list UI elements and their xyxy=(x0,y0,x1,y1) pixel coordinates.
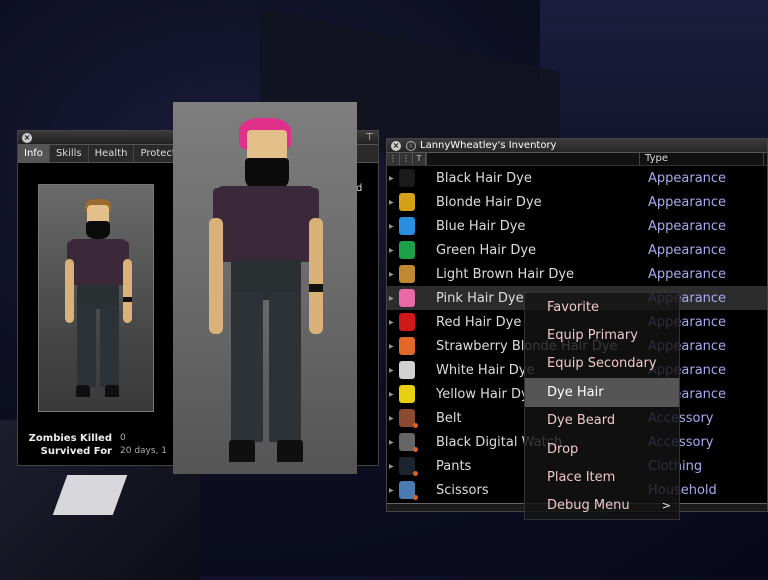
item-name: Light Brown Hair Dye xyxy=(436,266,575,282)
pants-icon xyxy=(399,457,418,476)
hair-dye-bottle-icon xyxy=(399,385,415,403)
menu-item-dye-beard[interactable]: Dye Beard xyxy=(525,407,679,435)
expand-arrow-icon[interactable]: ▶ xyxy=(387,367,395,374)
column-type[interactable]: Type xyxy=(550,153,763,165)
info-icon[interactable]: i xyxy=(406,141,416,151)
item-name: Scissors xyxy=(436,482,489,498)
close-icon[interactable]: × xyxy=(22,133,32,143)
close-icon[interactable]: × xyxy=(391,141,401,151)
item-name: Red Hair Dye xyxy=(436,314,522,330)
tab-health[interactable]: Health xyxy=(89,145,135,162)
belt-icon xyxy=(399,409,418,428)
expand-arrow-icon[interactable]: ▶ xyxy=(387,415,395,422)
item-name: Pink Hair Dye xyxy=(436,290,524,306)
item-context-menu: Favorite Equip Primary Equip Secondary Dye … xyxy=(524,292,680,520)
pin-icon[interactable]: ⊤ xyxy=(365,132,374,143)
expand-arrow-icon[interactable]: ▶ xyxy=(387,175,395,182)
column-category[interactable] xyxy=(763,153,767,165)
tab-info[interactable]: Info xyxy=(18,145,50,162)
menu-item-drop[interactable]: Drop xyxy=(525,435,679,463)
inventory-item-row[interactable]: ▶ Black Hair Dye Appearance xyxy=(387,166,767,190)
menu-item-dye-hair[interactable]: Dye Hair xyxy=(525,378,679,407)
hair-dye-bottle-icon xyxy=(399,337,415,355)
filter-icon[interactable]: T xyxy=(413,153,426,165)
hair-dye-bottle-icon xyxy=(399,241,415,259)
item-name: Belt xyxy=(436,410,462,426)
item-type: Appearance xyxy=(648,266,727,282)
equipped-indicator-icon xyxy=(413,495,418,500)
hair-dye-bottle-icon xyxy=(399,169,415,187)
equipped-indicator-icon xyxy=(413,471,418,476)
equipped-indicator-icon xyxy=(413,447,418,452)
menu-item-equip-primary[interactable]: Equip Primary xyxy=(525,321,679,349)
watch-icon xyxy=(399,433,418,452)
expand-arrow-icon[interactable]: ▶ xyxy=(387,343,395,350)
inventory-item-row[interactable]: ▶ Green Hair Dye Appearance xyxy=(387,238,767,262)
expand-arrow-icon[interactable]: ▶ xyxy=(387,487,395,494)
submenu-arrow-icon: > xyxy=(661,499,671,513)
hair-dye-bottle-icon xyxy=(399,361,415,379)
character-dye-preview xyxy=(173,102,357,474)
equipped-indicator-icon xyxy=(413,423,418,428)
menu-item-favorite[interactable]: Favorite xyxy=(525,293,679,321)
character-avatar-preview xyxy=(38,184,154,412)
hair-dye-bottle-icon xyxy=(399,313,415,331)
expand-arrow-icon[interactable]: ▶ xyxy=(387,319,395,326)
character-figure-large xyxy=(173,102,357,474)
hair-dye-bottle-icon xyxy=(399,193,415,211)
expand-arrow-icon[interactable]: ▶ xyxy=(387,223,395,230)
item-name: Blue Hair Dye xyxy=(436,218,526,234)
expand-all-icon[interactable]: ⋮ xyxy=(400,153,413,165)
expand-arrow-icon[interactable]: ▶ xyxy=(387,247,395,254)
inventory-titlebar[interactable]: × i LannyWheatley's Inventory xyxy=(387,139,767,153)
inventory-item-row[interactable]: ▶ Light Brown Hair Dye Appearance xyxy=(387,262,767,286)
item-name: Green Hair Dye xyxy=(436,242,537,258)
inventory-item-row[interactable]: ▶ Blonde Hair Dye Appearance xyxy=(387,190,767,214)
item-name: Yellow Hair Dye xyxy=(436,386,537,402)
item-name: Black Hair Dye xyxy=(436,170,532,186)
expand-arrow-icon[interactable]: ▶ xyxy=(387,199,395,206)
item-type: Appearance xyxy=(648,242,727,258)
expand-arrow-icon[interactable]: ▶ xyxy=(387,391,395,398)
hair-dye-bottle-icon xyxy=(399,217,415,235)
item-name: Pants xyxy=(436,458,472,474)
character-figure-small xyxy=(39,185,155,413)
item-type: Appearance xyxy=(648,170,727,186)
inventory-title: LannyWheatley's Inventory xyxy=(420,140,557,151)
expand-arrow-icon[interactable]: ▶ xyxy=(387,463,395,470)
expand-arrow-icon[interactable]: ▶ xyxy=(387,271,395,278)
item-type: Appearance xyxy=(648,218,727,234)
tab-skills[interactable]: Skills xyxy=(50,145,89,162)
item-type: Appearance xyxy=(648,194,727,210)
item-name: White Hair Dye xyxy=(436,362,535,378)
collapse-all-icon[interactable]: ⋮ xyxy=(387,153,400,165)
scissors-icon xyxy=(399,481,418,500)
inventory-item-row[interactable]: ▶ Blue Hair Dye Appearance xyxy=(387,214,767,238)
expand-arrow-icon[interactable]: ▶ xyxy=(387,439,395,446)
expand-arrow-icon[interactable]: ▶ xyxy=(387,295,395,302)
menu-item-debug-menu[interactable]: Debug Menu > xyxy=(525,492,679,520)
menu-item-place-item[interactable]: Place Item xyxy=(525,463,679,491)
hair-dye-bottle-icon xyxy=(399,289,415,307)
menu-item-equip-secondary[interactable]: Equip Secondary xyxy=(525,350,679,378)
background-wall xyxy=(540,0,768,140)
inventory-column-header: ⋮ ⋮ T Type xyxy=(387,153,767,166)
hair-dye-bottle-icon xyxy=(399,265,415,283)
item-name: Blonde Hair Dye xyxy=(436,194,542,210)
